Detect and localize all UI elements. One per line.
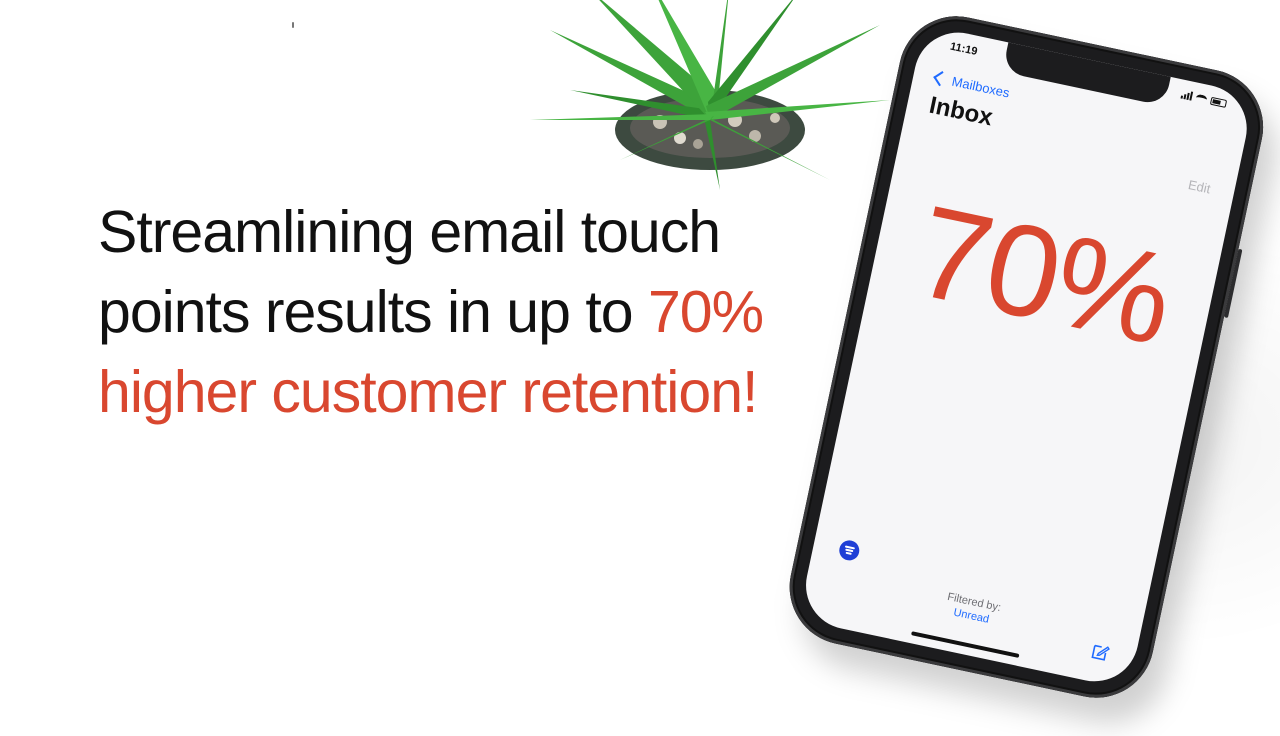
status-icons: [1180, 90, 1228, 108]
status-time: 11:19: [949, 40, 979, 58]
retention-stat: 70%: [904, 176, 1184, 373]
headline-line-2: points results in up to: [98, 279, 648, 345]
headline-line-1: Streamlining email touch: [98, 199, 721, 265]
dust-speck: [292, 22, 294, 28]
headline: Streamlining email touch points results …: [98, 192, 858, 432]
headline-accent-stat: 70%: [647, 279, 764, 345]
headline-line-3: higher customer retention!: [98, 359, 758, 425]
compose-icon[interactable]: [1090, 641, 1111, 662]
signal-icon: [1180, 90, 1194, 101]
potted-plant-image: [530, 0, 890, 190]
edit-button[interactable]: Edit: [1187, 177, 1212, 196]
battery-icon: [1209, 96, 1228, 108]
inbox-title: Inbox: [926, 91, 996, 132]
wifi-icon: [1195, 93, 1208, 104]
chevron-left-icon: [933, 71, 949, 87]
home-indicator[interactable]: [911, 631, 1020, 658]
filter-icon[interactable]: [837, 538, 862, 563]
